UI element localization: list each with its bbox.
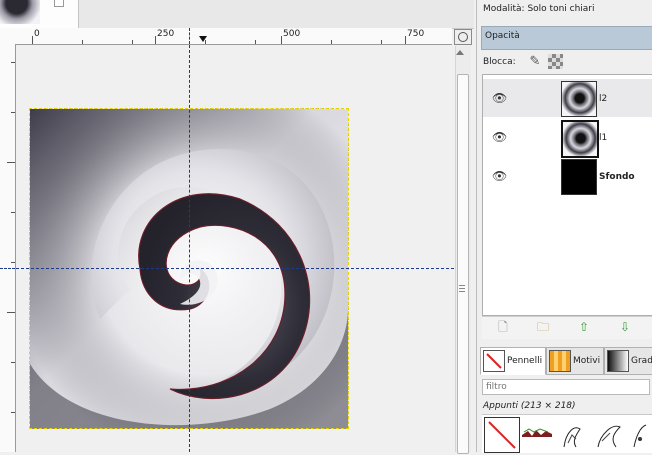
- tab-gradienti[interactable]: Gradi: [604, 347, 652, 375]
- layer-thumbnail: [561, 120, 599, 158]
- ruler-label-250: 250: [157, 29, 175, 39]
- brush-icon: [483, 350, 505, 372]
- horizontal-guide[interactable]: [16, 268, 454, 269]
- layer-group-icon[interactable]: 🗀: [536, 320, 550, 334]
- lock-pixels-brush-icon[interactable]: ✎: [527, 54, 543, 70]
- tab-label: Motivi: [573, 356, 601, 366]
- ruler-label-0: 0: [34, 29, 40, 39]
- layer-name: l1: [599, 133, 608, 143]
- lower-layer-icon[interactable]: ⇩: [618, 320, 632, 334]
- eye-icon[interactable]: 👁: [492, 130, 507, 144]
- layer-mode-row[interactable]: Modalità: Solo toni chiari: [483, 4, 595, 14]
- layer-row-l2[interactable]: 👁 l2: [483, 79, 652, 117]
- guide-ruler-mark-vertical: [0, 268, 15, 269]
- eye-icon[interactable]: 👁: [492, 91, 507, 105]
- brush-size: (213 × 218): [520, 401, 576, 411]
- layer-buttons-bar: 🗋 🗀 ⇧ ⇩: [482, 316, 652, 339]
- brush-grass[interactable]: [520, 417, 554, 451]
- tab-pennelli[interactable]: Pennelli: [480, 347, 546, 375]
- scrollbar-thumb[interactable]: [457, 74, 469, 454]
- ruler-label-750: 750: [407, 29, 425, 39]
- vertical-guide[interactable]: [189, 45, 190, 452]
- new-layer-icon[interactable]: 🗋: [496, 320, 510, 334]
- brush-filter-input[interactable]: [482, 379, 650, 395]
- pointer-position-marker: [199, 36, 207, 42]
- tab-motivi[interactable]: Motivi: [546, 347, 604, 375]
- tab-label: Pennelli: [507, 356, 543, 366]
- mode-value[interactable]: Solo toni chiari: [527, 4, 594, 14]
- image-tab-thumbnail: [0, 0, 40, 24]
- vertical-ruler[interactable]: [0, 44, 16, 452]
- raise-layer-icon[interactable]: ⇧: [577, 320, 591, 334]
- scrollbar-grip-icon: [459, 285, 465, 293]
- lock-alpha-checker-icon[interactable]: [548, 54, 563, 69]
- pattern-icon: [549, 350, 571, 372]
- navigate-icon[interactable]: [454, 29, 472, 45]
- layer-name: l2: [599, 94, 608, 104]
- tab-close-icon[interactable]: [54, 0, 64, 7]
- layer-row-l1[interactable]: 👁 l1: [483, 118, 652, 158]
- image-canvas[interactable]: [16, 45, 454, 452]
- eye-icon[interactable]: 👁: [492, 169, 507, 183]
- layer-name: Sfondo: [599, 172, 635, 182]
- lock-label: Blocca:: [483, 57, 516, 67]
- layer-row-sfondo[interactable]: 👁 Sfondo: [483, 157, 652, 195]
- brush-sketch-3[interactable]: [628, 417, 652, 451]
- horizontal-ruler[interactable]: 0 250 500 750: [0, 28, 452, 45]
- brush-grid[interactable]: [482, 414, 652, 453]
- brush-caption: Appunti (213 × 218): [483, 401, 576, 411]
- layer-thumbnail: [561, 81, 597, 117]
- tab-label: Gradi: [631, 356, 652, 366]
- brush-sketch-2[interactable]: [592, 417, 626, 451]
- brush-name: Appunti: [483, 401, 519, 411]
- brush-clipboard[interactable]: [484, 417, 520, 453]
- image-tab[interactable]: [0, 0, 79, 28]
- scroll-up-arrow-icon[interactable]: [456, 50, 464, 55]
- brush-sketch-1[interactable]: [556, 417, 590, 451]
- mode-label: Modalità:: [483, 4, 525, 14]
- gradient-icon: [607, 350, 629, 372]
- layers-list[interactable]: 👁 l2 👁 l1 👁 Sfondo: [482, 74, 652, 316]
- layer-thumbnail: [561, 159, 597, 195]
- opacity-label: Opacità: [485, 31, 520, 41]
- brush-tabs: Pennelli Motivi Gradi: [480, 347, 652, 375]
- ruler-label-500: 500: [283, 29, 301, 39]
- guide-ruler-mark: [189, 28, 190, 44]
